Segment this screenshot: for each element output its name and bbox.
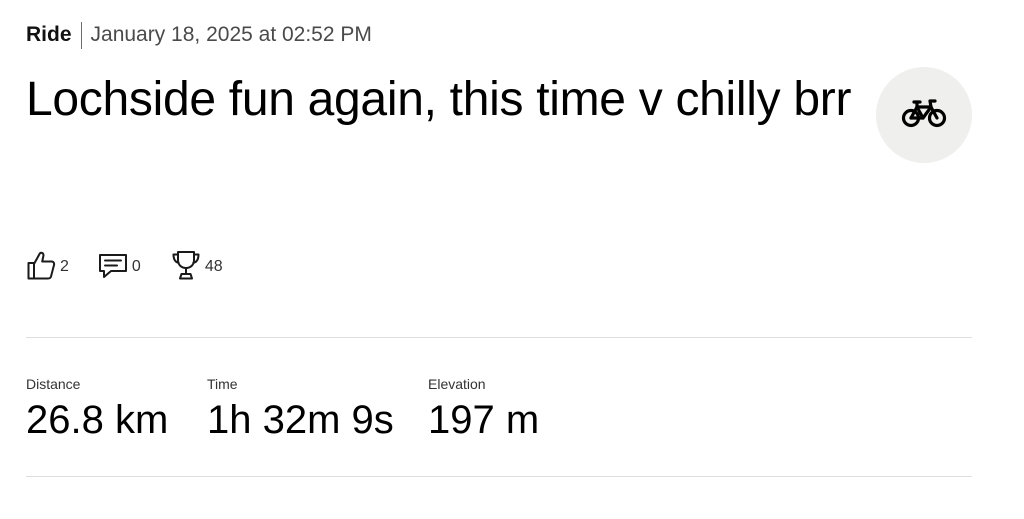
- stat-value: 26.8 km: [26, 398, 169, 442]
- divider-top: [26, 337, 972, 338]
- thumbs-up-icon: [26, 249, 56, 286]
- stat-value: 1h 32m 9s: [207, 398, 394, 442]
- stat-time: Time 1h 32m 9s: [207, 376, 394, 442]
- stat-distance: Distance 26.8 km: [26, 376, 168, 442]
- comments-button[interactable]: 0: [98, 249, 141, 286]
- sport-type-badge: [876, 67, 972, 163]
- stat-value: 197 m: [428, 398, 540, 442]
- divider-bottom: [26, 476, 972, 477]
- bike-icon: [901, 97, 947, 134]
- comment-icon: [98, 249, 128, 286]
- stat-label: Distance: [26, 376, 81, 392]
- activity-date: January 18, 2025 at 02:52 PM: [90, 23, 372, 46]
- activity-type-label: Ride: [26, 23, 72, 46]
- stat-elevation: Elevation 197 m: [428, 376, 539, 442]
- kudos-button[interactable]: 2: [26, 249, 69, 286]
- kudos-count: 2: [60, 258, 69, 275]
- achievements-count: 48: [204, 258, 223, 275]
- stat-label: Time: [207, 376, 238, 392]
- comments-count: 0: [131, 258, 141, 275]
- activity-header: Ride January 18, 2025 at 02:52 PM: [26, 20, 372, 50]
- activity-title: Lochside fun again, this time v chilly b…: [26, 73, 852, 126]
- trophy-icon: [171, 249, 201, 286]
- achievements-button[interactable]: 48: [171, 249, 223, 286]
- header-separator: [80, 21, 82, 49]
- stat-label: Elevation: [428, 376, 486, 392]
- social-stats-bar: 2 0 48: [26, 249, 223, 286]
